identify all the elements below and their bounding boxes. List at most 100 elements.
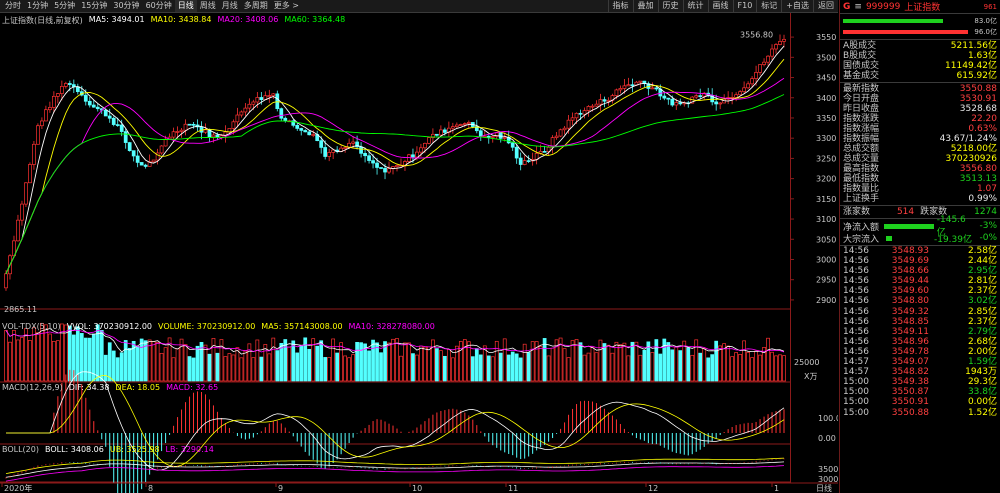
candle-down	[666, 97, 671, 100]
volume-bar	[594, 352, 599, 382]
tool-button[interactable]: 标记	[756, 0, 781, 13]
tool-button[interactable]: 画线	[707, 0, 733, 13]
volume-bar	[718, 345, 723, 382]
tick-volume: 2.68亿	[967, 336, 997, 347]
volume-bar	[155, 342, 160, 382]
volume-bar	[590, 347, 595, 382]
period-tab[interactable]: 5分钟	[51, 0, 78, 12]
period-tab[interactable]: 60分钟	[143, 0, 175, 12]
stat-label: 上证换手	[843, 194, 880, 204]
volume-bar	[119, 352, 124, 382]
period-tab[interactable]: 多周期	[241, 0, 271, 12]
tool-button[interactable]: 历史	[657, 0, 683, 13]
tick-row: 14:56 3548.80 3.02亿	[840, 296, 1000, 306]
updown-row: 涨家数 514 跌家数 1274	[840, 206, 1000, 219]
volume-bar	[738, 354, 742, 382]
period-tab[interactable]: 1分钟	[24, 0, 51, 12]
volume-bar	[423, 346, 427, 382]
volume-bar	[746, 352, 750, 382]
boll-axis-label: 3500	[818, 465, 838, 474]
volume-bar	[690, 354, 695, 382]
volume-bar	[522, 343, 527, 382]
candle-up	[351, 141, 355, 144]
volume-bar	[299, 345, 304, 382]
tick-price: 3548.96	[891, 336, 929, 347]
candle-down	[383, 168, 387, 173]
period-tab[interactable]: 月线	[219, 0, 241, 12]
vol-ma5-legend: MA5: 357143008.00	[261, 322, 343, 331]
volume-bar	[490, 356, 495, 382]
candle-down	[187, 123, 192, 126]
tool-button[interactable]: 返回	[813, 0, 838, 13]
candle-down	[95, 106, 100, 110]
volume-bar	[586, 352, 591, 382]
candle-up	[770, 48, 774, 57]
period-tab[interactable]: 更多 >	[271, 0, 302, 12]
tool-button[interactable]: 统计	[682, 0, 708, 13]
candle-up	[159, 145, 164, 154]
tool-button[interactable]: 指标	[607, 0, 633, 13]
volume-bar	[227, 353, 232, 382]
date-axis-label: 9	[278, 484, 283, 493]
candle-down	[123, 131, 128, 143]
volume-bar	[375, 342, 379, 382]
volume-bar	[682, 340, 687, 382]
volume-bar	[642, 349, 647, 382]
period-tab[interactable]: 周线	[197, 0, 219, 12]
volume-bar	[674, 346, 679, 382]
period-tab[interactable]: 30分钟	[110, 0, 142, 12]
macd-title: MACD(12,26,9) DIF: 34.38 DEA: 18.05 MACD…	[2, 383, 218, 392]
ma20-legend: MA20: 3408.06	[217, 15, 279, 24]
price-axis-label: 3500	[816, 53, 836, 62]
period-tab[interactable]: 15分钟	[78, 0, 110, 12]
candle-up	[490, 136, 495, 138]
tick-time: 14:57	[843, 357, 869, 368]
stat-label: 指数涨跌	[843, 114, 880, 124]
turnover-bar-red	[843, 30, 968, 34]
main-chart-title: 上证指数(日线,前复权) MA5: 3494.01 MA10: 3438.84 …	[2, 15, 345, 26]
candle-down	[435, 133, 439, 136]
volume-bar	[710, 354, 715, 382]
candle-down	[670, 98, 675, 106]
candle-up	[582, 110, 587, 115]
volume-bar	[566, 357, 571, 382]
volume-bar	[339, 342, 344, 382]
tick-list[interactable]: 14:56 3548.93 2.58亿 14:56 3549.69 2.44亿 14:56 3…	[840, 246, 1000, 418]
stat-label: 指数涨幅	[843, 124, 880, 134]
candle-up	[558, 129, 563, 137]
tool-button[interactable]: 叠加	[632, 0, 658, 13]
candle-up	[650, 87, 655, 90]
flow-row: 净流入额 -145.6亿 -3%	[840, 215, 1000, 238]
menu-icon[interactable]: ≡	[854, 2, 862, 12]
kline-chart[interactable]: 3550 3500 3450 3400 3350 3300 3250 3200 3150 3100…	[0, 13, 838, 493]
volume-bar	[646, 341, 651, 382]
candle-up	[754, 72, 758, 79]
volume-bar	[774, 355, 778, 382]
tool-button[interactable]: +自选	[781, 0, 813, 13]
volume-bar	[315, 345, 320, 382]
price-axis-label: 3450	[816, 74, 836, 83]
stat-value: 3550.88	[959, 84, 997, 94]
tool-button[interactable]: F10	[732, 0, 757, 13]
candle-up	[774, 44, 778, 50]
volume-bar	[634, 341, 639, 382]
period-tab[interactable]: 日线	[174, 0, 197, 12]
chart-canvas[interactable]: 3550 3500 3450 3400 3350 3300 3250 3200 3150 3100…	[0, 13, 838, 493]
volume-bar	[714, 340, 719, 382]
volume-bar	[427, 346, 431, 382]
tick-price: 3548.82	[891, 367, 929, 378]
candle-down	[111, 117, 116, 125]
candle-up	[32, 143, 36, 165]
volume-bar	[319, 340, 324, 382]
turnover-label: 基金成交	[843, 71, 880, 81]
candle-up	[562, 127, 567, 131]
volume-bar	[502, 338, 507, 382]
period-tab[interactable]: 分时	[2, 0, 24, 12]
volume-bar	[750, 357, 754, 382]
candle-down	[103, 109, 108, 117]
candle-up	[427, 137, 431, 144]
volume-bar	[622, 342, 627, 382]
main-title-name: 上证指数(日线,前复权)	[2, 16, 83, 25]
volume-bar	[359, 342, 363, 382]
down-count: 1274	[974, 207, 997, 217]
